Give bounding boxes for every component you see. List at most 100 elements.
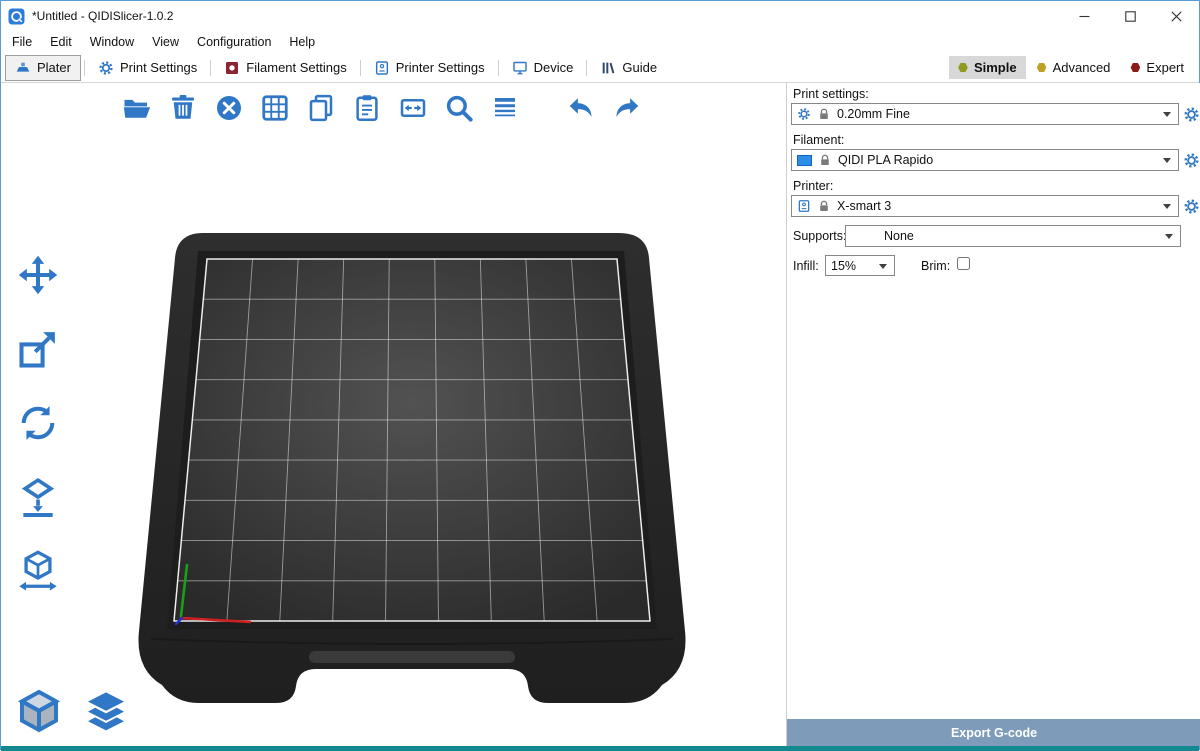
print-settings-gear-icon (98, 60, 114, 76)
device-monitor-icon (512, 60, 528, 76)
minimize-icon[interactable] (1061, 1, 1107, 31)
export-gcode-button[interactable]: Export G-code (787, 719, 1200, 746)
printer-gear-button[interactable] (1183, 198, 1200, 215)
window-title: *Untitled - QIDISlicer-1.0.2 (32, 9, 173, 23)
sidebar: Print settings: 0.20mm Fine Filament: QI… (786, 83, 1200, 746)
filament-color-swatch (797, 155, 812, 166)
maximize-icon[interactable] (1107, 1, 1153, 31)
undo-button[interactable] (561, 88, 601, 128)
chevron-down-icon (1163, 112, 1171, 117)
gear-icon (1183, 198, 1200, 215)
measure-icon (16, 549, 60, 593)
plater-icon (15, 60, 31, 76)
printer-icon (797, 199, 811, 213)
filament-label: Filament: (793, 133, 844, 147)
chevron-down-icon (1163, 204, 1171, 209)
mode-selector: Simple Advanced Expert (949, 56, 1193, 79)
scale-tool-button[interactable] (13, 325, 63, 373)
menu-view[interactable]: View (143, 33, 188, 51)
printer-label: Printer: (793, 179, 833, 193)
undo-icon (566, 93, 596, 123)
measure-tool-button[interactable] (13, 547, 63, 595)
chevron-down-icon (1163, 158, 1171, 163)
cube-3d-view-icon (15, 688, 63, 736)
scale-icon (16, 327, 60, 371)
paste-button[interactable] (347, 88, 387, 128)
delete-icon (168, 93, 198, 123)
menu-configuration[interactable]: Configuration (188, 33, 280, 51)
close-icon[interactable] (1153, 1, 1199, 31)
gear-icon (797, 107, 811, 121)
print-settings-combo[interactable]: 0.20mm Fine (791, 103, 1179, 125)
place-on-face-icon (16, 475, 60, 519)
expert-mode-dot-icon (1130, 63, 1140, 73)
chevron-down-icon (879, 264, 887, 269)
top-toolbar (117, 88, 647, 128)
filament-gear-button[interactable] (1183, 152, 1200, 169)
variable-layer-height-button[interactable] (485, 88, 525, 128)
tab-guide[interactable]: Guide (590, 55, 667, 81)
chevron-down-icon (1165, 234, 1173, 239)
rotate-tool-button[interactable] (13, 399, 63, 447)
app-window: *Untitled - QIDISlicer-1.0.2 File Edit W… (0, 0, 1200, 750)
tab-separator (210, 60, 211, 76)
tab-separator (586, 60, 587, 76)
menu-file[interactable]: File (3, 33, 41, 51)
menubar: File Edit Window View Configuration Help (1, 31, 1199, 53)
print-settings-label: Print settings: (793, 87, 869, 101)
supports-combo[interactable]: None (845, 225, 1181, 247)
copy-button[interactable] (301, 88, 341, 128)
tab-device[interactable]: Device (502, 55, 584, 81)
status-strip (1, 746, 1199, 751)
tab-separator (498, 60, 499, 76)
arrange-button[interactable] (255, 88, 295, 128)
split-button[interactable] (393, 88, 433, 128)
window-controls (1061, 1, 1199, 31)
app-logo-icon (8, 8, 25, 25)
arrange-icon (260, 93, 290, 123)
tab-print-settings[interactable]: Print Settings (88, 55, 207, 81)
gear-icon (1183, 106, 1200, 123)
preview-button[interactable] (80, 686, 132, 738)
tab-plater[interactable]: Plater (5, 55, 81, 81)
printer-combo[interactable]: X-smart 3 (791, 195, 1179, 217)
move-tool-button[interactable] (13, 251, 63, 299)
gear-icon (1183, 152, 1200, 169)
menu-help[interactable]: Help (280, 33, 324, 51)
tab-separator (84, 60, 85, 76)
lock-icon (817, 199, 831, 213)
menu-window[interactable]: Window (81, 33, 143, 51)
search-button[interactable] (439, 88, 479, 128)
paste-icon (352, 93, 382, 123)
print-bed-scene[interactable] (1, 83, 786, 746)
variable-layer-height-icon (490, 93, 520, 123)
tab-filament-settings[interactable]: Filament Settings (214, 55, 356, 81)
menu-edit[interactable]: Edit (41, 33, 81, 51)
place-on-face-button[interactable] (13, 473, 63, 521)
lock-icon (818, 153, 832, 167)
redo-button[interactable] (607, 88, 647, 128)
view-mode-buttons (13, 686, 132, 738)
mode-simple[interactable]: Simple (949, 56, 1026, 79)
viewport-3d[interactable] (1, 83, 786, 746)
delete-button[interactable] (163, 88, 203, 128)
copy-icon (306, 93, 336, 123)
open-button[interactable] (117, 88, 157, 128)
infill-label: Infill: (793, 259, 819, 273)
supports-label: Supports: (793, 229, 847, 243)
mode-expert[interactable]: Expert (1121, 56, 1193, 79)
infill-combo[interactable]: 15% (825, 255, 895, 276)
tabbar: Plater Print Settings Filament Settings … (1, 53, 1199, 83)
print-settings-gear-button[interactable] (1183, 106, 1200, 123)
brim-checkbox[interactable] (957, 257, 970, 270)
open-icon (122, 93, 152, 123)
move-icon (16, 253, 60, 297)
view-3d-button[interactable] (13, 686, 65, 738)
tab-printer-settings[interactable]: Printer Settings (364, 55, 495, 81)
mode-advanced[interactable]: Advanced (1028, 56, 1120, 79)
delete-all-button[interactable] (209, 88, 249, 128)
delete-all-icon (214, 93, 244, 123)
advanced-mode-dot-icon (1037, 63, 1047, 73)
filament-combo[interactable]: QIDI PLA Rapido (791, 149, 1179, 171)
redo-icon (612, 93, 642, 123)
